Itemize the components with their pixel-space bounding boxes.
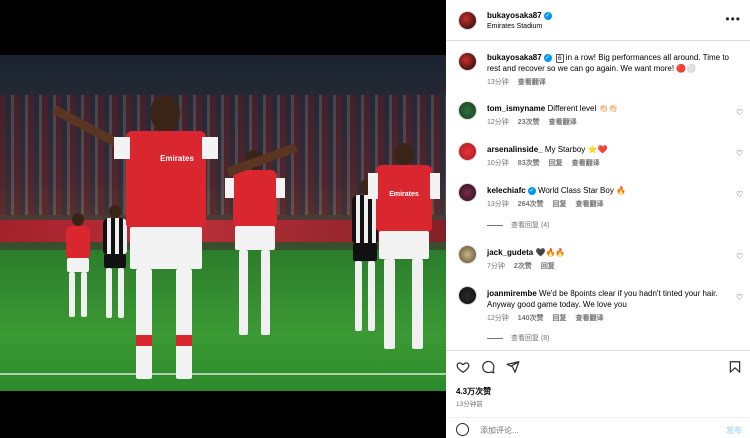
comment-text: World Class Star Boy 🔥 [537,186,626,195]
comment-time: 12分钟 [487,119,509,126]
heart-icon[interactable]: ♡ [736,294,744,302]
comment-item: kelechiafc ✓ World Class Star Boy 🔥 13分钟 2… [446,183,750,235]
commenter-username[interactable]: tom_ismyname [487,104,545,113]
likes-count[interactable]: 4.3万次赞 [456,386,491,397]
commenter-username[interactable]: arsenalinside_ [487,145,543,154]
comment-composer: 添加评论... 发布 [446,417,750,438]
comment-likes[interactable]: 140次赞 [518,315,544,322]
comment-likes[interactable]: 83次赞 [518,160,540,167]
commenter-avatar[interactable] [458,245,477,264]
media-pane: Emirates Emirates [0,0,446,438]
post-photo[interactable]: Emirates Emirates [0,55,446,391]
caption: bukayosaka87 ✓ 6 in a row! Big performanc… [487,52,737,87]
share-icon[interactable] [506,360,520,374]
comment-likes[interactable]: 2次赞 [514,263,532,270]
comment-time: 12分钟 [487,315,509,322]
comment-reply-link[interactable]: 回复 [549,160,563,167]
caption-emoji: 🔴⚪ [676,64,697,73]
caption-avatar[interactable] [458,52,477,71]
comment-time: 7分钟 [487,263,505,270]
verified-icon: ✓ [543,11,552,20]
commenter-avatar[interactable] [458,286,477,305]
comment-item: jack_gudeta 🖤🔥🔥 7分钟 2次赞 回复 ♡ [446,245,750,275]
author-avatar[interactable] [458,11,477,30]
post-sidebar: bukayosaka87 ✓ Emirates Stadium ••• bukay… [446,0,750,438]
post-header: bukayosaka87 ✓ Emirates Stadium ••• [446,0,750,41]
comment-text: My Starboy ⭐️❤️ [544,145,608,154]
heart-icon[interactable]: ♡ [736,109,744,117]
bookmark-icon[interactable] [728,360,742,374]
comment-icon[interactable] [481,360,495,374]
heart-icon[interactable]: ♡ [736,191,744,199]
comment-time: 10分钟 [487,160,509,167]
commenter-username[interactable]: kelechiafc [487,186,526,195]
author-username[interactable]: bukayosaka87 [487,11,542,20]
comment-translate-link[interactable]: 查看翻译 [575,201,603,208]
comment-item: tom_ismyname Different level 👏🏻👏🏻 12分钟 23… [446,101,750,131]
comment-likes[interactable]: 23次赞 [518,119,540,126]
caption-username[interactable]: bukayosaka87 [487,53,542,62]
caption-translate-link[interactable]: 查看翻译 [518,79,546,86]
comment-item: joanmirembe We'd be 8points clear if you… [446,286,750,348]
comment-translate-link[interactable]: 查看翻译 [575,315,603,322]
post-location[interactable]: Emirates Stadium [487,23,542,30]
comment-text: 🖤🔥🔥 [535,248,566,257]
comment-translate-link[interactable]: 查看翻译 [549,119,577,126]
commenter-username[interactable]: joanmirembe [487,289,537,298]
caption-badge: 6 [555,54,564,63]
comment-translate-link[interactable]: 查看翻译 [572,160,600,167]
heart-icon[interactable]: ♡ [736,253,744,261]
comment-reply-link[interactable]: 回复 [552,315,566,322]
commenter-username[interactable]: jack_gudeta [487,248,533,257]
verified-icon: ✓ [527,186,536,195]
commenter-avatar[interactable] [458,101,477,120]
heart-icon[interactable] [456,360,470,374]
view-replies-link[interactable]: 查看回复 (4) [487,220,717,230]
post-time: 13分钟前 [456,401,483,408]
comment-time: 13分钟 [487,201,509,208]
verified-icon: ✓ [543,53,552,62]
more-icon[interactable]: ••• [725,12,741,26]
commenter-avatar[interactable] [458,142,477,161]
comment-input[interactable]: 添加评论... [480,425,519,436]
post-actions: 4.3万次赞 13分钟前 添加评论... 发布 [446,350,750,438]
comment-item: arsenalinside_ My Starboy ⭐️❤️ 10分钟 83次赞 回… [446,142,750,172]
view-replies-link[interactable]: 查看回复 (8) [487,333,719,343]
comment-likes[interactable]: 264次赞 [518,201,544,208]
comment-text: Different level 👏🏻👏🏻 [547,104,619,113]
post-button[interactable]: 发布 [726,425,742,436]
player-main: Emirates [51,95,302,390]
comment-reply-link[interactable]: 回复 [541,263,555,270]
caption-time: 13分钟 [487,79,509,86]
comment-reply-link[interactable]: 回复 [552,201,566,208]
player-right: Emirates [368,143,440,353]
emoji-icon[interactable] [456,423,469,436]
heart-icon[interactable]: ♡ [736,150,744,158]
commenter-avatar[interactable] [458,183,477,202]
